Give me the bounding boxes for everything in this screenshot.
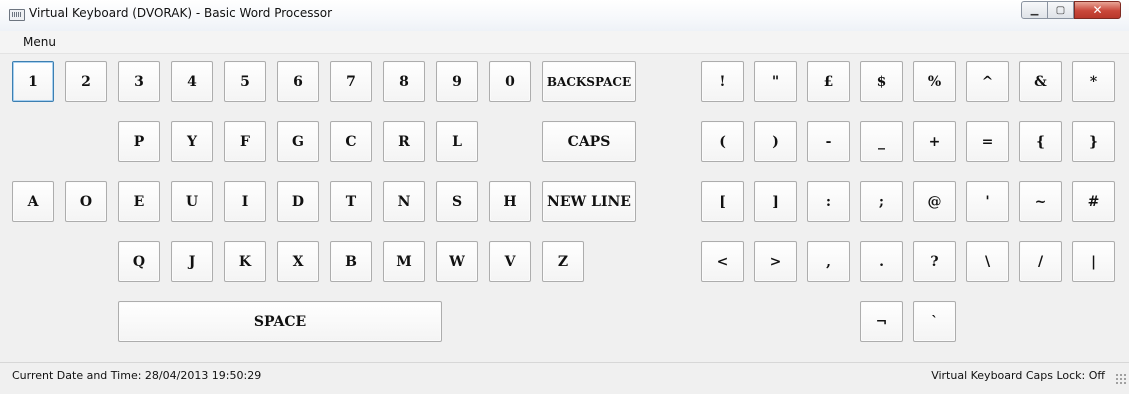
key-percent[interactable]: %	[913, 61, 956, 102]
key-period[interactable]: .	[860, 241, 903, 282]
key-q[interactable]: Q	[118, 241, 160, 282]
key-question[interactable]: ?	[913, 241, 956, 282]
key-slash[interactable]: /	[1019, 241, 1062, 282]
key-greater-than[interactable]: >	[754, 241, 797, 282]
key-l[interactable]: L	[436, 121, 478, 162]
key-open-brace[interactable]: {	[1019, 121, 1062, 162]
key-caret[interactable]: ^	[966, 61, 1009, 102]
key-less-than[interactable]: <	[701, 241, 744, 282]
key-b[interactable]: B	[330, 241, 372, 282]
key-apostrophe[interactable]: '	[966, 181, 1009, 222]
key-equals[interactable]: =	[966, 121, 1009, 162]
key-at[interactable]: @	[913, 181, 956, 222]
key-o[interactable]: O	[65, 181, 107, 222]
close-button[interactable]: ✕	[1074, 1, 1121, 19]
key-minus[interactable]: -	[807, 121, 850, 162]
key-exclamation[interactable]: !	[701, 61, 744, 102]
key-z[interactable]: Z	[542, 241, 584, 282]
menu-bar: Menu	[0, 31, 1129, 54]
key-asterisk[interactable]: *	[1072, 61, 1115, 102]
key-k[interactable]: K	[224, 241, 266, 282]
key-0[interactable]: 0	[489, 61, 531, 102]
key-tilde[interactable]: ~	[1019, 181, 1062, 222]
status-datetime: Current Date and Time: 28/04/2013 19:50:…	[12, 369, 262, 382]
minimize-button[interactable]: ▁	[1021, 1, 1048, 19]
key-underscore[interactable]: _	[860, 121, 903, 162]
key-x[interactable]: X	[277, 241, 319, 282]
keyboard-icon	[9, 9, 25, 21]
key-dollar[interactable]: $	[860, 61, 903, 102]
key-colon[interactable]: :	[807, 181, 850, 222]
key-2[interactable]: 2	[65, 61, 107, 102]
key-i[interactable]: I	[224, 181, 266, 222]
resize-grip-icon[interactable]	[1115, 373, 1126, 384]
key-v[interactable]: V	[489, 241, 531, 282]
key-double-quote[interactable]: "	[754, 61, 797, 102]
key-open-bracket[interactable]: [	[701, 181, 744, 222]
key-u[interactable]: U	[171, 181, 213, 222]
key-y[interactable]: Y	[171, 121, 213, 162]
key-5[interactable]: 5	[224, 61, 266, 102]
key-s[interactable]: S	[436, 181, 478, 222]
key-4[interactable]: 4	[171, 61, 213, 102]
key-g[interactable]: G	[277, 121, 319, 162]
key-pound[interactable]: £	[807, 61, 850, 102]
backspace-button[interactable]: BACKSPACE	[542, 61, 636, 102]
key-close-paren[interactable]: )	[754, 121, 797, 162]
key-9[interactable]: 9	[436, 61, 478, 102]
key-h[interactable]: H	[489, 181, 531, 222]
key-p[interactable]: P	[118, 121, 160, 162]
key-d[interactable]: D	[277, 181, 319, 222]
key-c[interactable]: C	[330, 121, 372, 162]
key-hash[interactable]: #	[1072, 181, 1115, 222]
caps-button[interactable]: CAPS	[542, 121, 636, 162]
menu-item-menu[interactable]: Menu	[23, 35, 56, 49]
status-caps-lock: Virtual Keyboard Caps Lock: Off	[931, 369, 1105, 382]
key-e[interactable]: E	[118, 181, 160, 222]
key-t[interactable]: T	[330, 181, 372, 222]
status-bar: Current Date and Time: 28/04/2013 19:50:…	[0, 362, 1129, 394]
key-6[interactable]: 6	[277, 61, 319, 102]
new-line-button[interactable]: NEW LINE	[542, 181, 636, 222]
key-j[interactable]: J	[171, 241, 213, 282]
key-8[interactable]: 8	[383, 61, 425, 102]
key-r[interactable]: R	[383, 121, 425, 162]
key-1[interactable]: 1	[12, 61, 54, 102]
key-not-sign[interactable]: ¬	[860, 301, 903, 342]
window-title: Virtual Keyboard (DVORAK) - Basic Word P…	[29, 6, 333, 20]
key-plus[interactable]: +	[913, 121, 956, 162]
key-m[interactable]: M	[383, 241, 425, 282]
key-a[interactable]: A	[12, 181, 54, 222]
key-backslash[interactable]: \	[966, 241, 1009, 282]
key-open-paren[interactable]: (	[701, 121, 744, 162]
key-backtick[interactable]: `	[913, 301, 956, 342]
maximize-button[interactable]: ▢	[1048, 1, 1074, 19]
key-semicolon[interactable]: ;	[860, 181, 903, 222]
key-f[interactable]: F	[224, 121, 266, 162]
key-pipe[interactable]: |	[1072, 241, 1115, 282]
key-comma[interactable]: ,	[807, 241, 850, 282]
key-close-brace[interactable]: }	[1072, 121, 1115, 162]
key-w[interactable]: W	[436, 241, 478, 282]
key-close-bracket[interactable]: ]	[754, 181, 797, 222]
key-3[interactable]: 3	[118, 61, 160, 102]
key-7[interactable]: 7	[330, 61, 372, 102]
title-bar: Virtual Keyboard (DVORAK) - Basic Word P…	[0, 0, 1129, 32]
key-ampersand[interactable]: &	[1019, 61, 1062, 102]
space-button[interactable]: SPACE	[118, 301, 442, 342]
key-n[interactable]: N	[383, 181, 425, 222]
